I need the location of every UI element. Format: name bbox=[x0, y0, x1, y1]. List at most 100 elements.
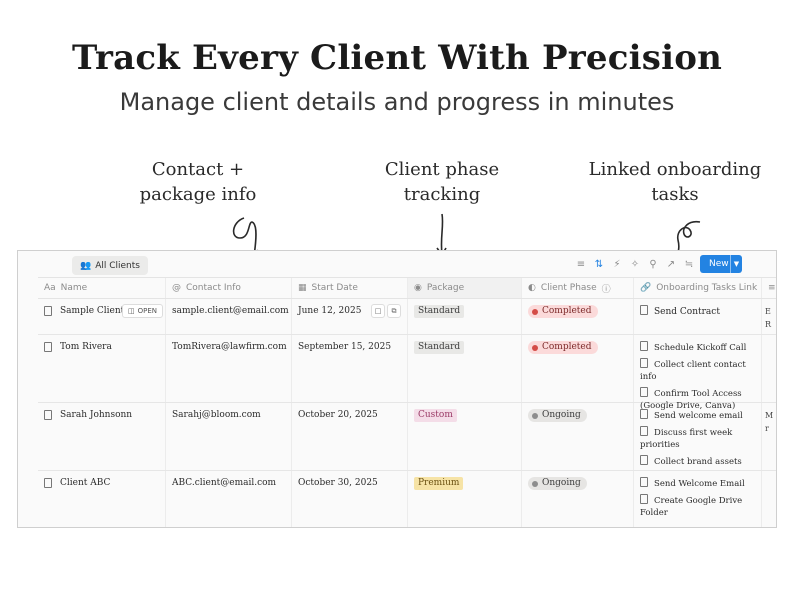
column-header-extra[interactable]: ≡ bbox=[762, 278, 776, 298]
phase-cell[interactable]: Completed bbox=[522, 335, 634, 402]
extra-cell[interactable]: E R bbox=[762, 299, 776, 334]
status-icon: ◐ bbox=[528, 283, 536, 293]
chevron-down-icon[interactable]: ▼ bbox=[730, 255, 742, 273]
page-icon bbox=[44, 410, 52, 420]
sort-icon[interactable]: ⇅ bbox=[593, 256, 605, 272]
page-icon bbox=[640, 455, 648, 465]
subheadline: Manage client details and progress in mi… bbox=[119, 88, 675, 116]
view-tab-label: All Clients bbox=[95, 260, 140, 271]
column-header-phase[interactable]: ◐ Client Phase ⓘ bbox=[522, 278, 634, 298]
start-date-cell[interactable]: June 12, 2025 □ ⧉ bbox=[292, 299, 408, 334]
task-link[interactable]: Discuss first week priorities bbox=[640, 426, 755, 451]
page-icon bbox=[44, 478, 52, 488]
sparkle-icon[interactable]: ✧ bbox=[629, 256, 641, 272]
package-cell[interactable]: Premium bbox=[408, 471, 522, 527]
tasks-cell[interactable]: Schedule Kickoff Call Collect client con… bbox=[634, 335, 762, 411]
table-row[interactable]: Client ABC ABC.client@email.com October … bbox=[38, 471, 776, 527]
package-cell[interactable]: Standard bbox=[408, 335, 522, 402]
database-window: 👥 All Clients ≡ ⇅ ⚡ ✧ ⚲ ↗ ≒ New ▼ Aa Nam… bbox=[17, 250, 777, 528]
phase-cell[interactable]: Ongoing bbox=[522, 471, 634, 527]
task-link[interactable]: Send Contract bbox=[640, 305, 755, 319]
page-icon bbox=[640, 477, 648, 487]
list-icon: ≡ bbox=[768, 283, 776, 293]
start-date-cell[interactable]: October 30, 2025 bbox=[292, 471, 408, 527]
status-dot bbox=[532, 480, 538, 487]
package-tag: Custom bbox=[414, 409, 457, 422]
column-header-contact[interactable]: @ Contact Info bbox=[166, 278, 292, 298]
status-badge: Completed bbox=[528, 341, 598, 354]
package-tag: Premium bbox=[414, 477, 464, 490]
phase-cell[interactable]: Completed bbox=[522, 299, 634, 334]
contact-cell[interactable]: ABC.client@email.com bbox=[166, 471, 292, 527]
start-date-cell[interactable]: September 15, 2025 bbox=[292, 335, 408, 402]
settings-icon[interactable]: ≒ bbox=[683, 256, 695, 272]
contact-cell[interactable]: sample.client@email.com bbox=[166, 299, 292, 334]
tasks-cell[interactable]: Send welcome email Discuss first week pr… bbox=[634, 403, 762, 470]
extra-cell[interactable] bbox=[762, 335, 776, 402]
extra-cell[interactable]: M r bbox=[762, 403, 776, 470]
extra-cell[interactable] bbox=[762, 471, 776, 527]
phase-cell[interactable]: Ongoing bbox=[522, 403, 634, 470]
tasks-cell[interactable]: Send Contract bbox=[634, 299, 762, 334]
task-link[interactable]: Send Welcome Email bbox=[640, 477, 755, 490]
package-cell[interactable]: Standard bbox=[408, 299, 522, 334]
page-icon bbox=[640, 387, 648, 397]
open-row-button[interactable]: ◫ OPEN bbox=[122, 304, 164, 318]
task-link[interactable]: Create Google Drive Folder bbox=[640, 494, 755, 519]
table-row[interactable]: Tom Rivera TomRivera@lawfirm.com Septemb… bbox=[38, 335, 776, 411]
people-icon: 👥 bbox=[80, 260, 92, 271]
package-tag: Standard bbox=[414, 341, 465, 354]
page-icon bbox=[640, 341, 648, 351]
annotation-contact: Contact + package info bbox=[139, 159, 257, 205]
tasks-cell[interactable]: Send Welcome Email Create Google Drive F… bbox=[634, 471, 762, 527]
name-cell[interactable]: Client ABC bbox=[38, 471, 166, 527]
table-header: Aa Name @ Contact Info ▦ Start Date ◉ Pa… bbox=[38, 277, 776, 299]
link-icon: 🔗 bbox=[640, 283, 652, 293]
column-header-name[interactable]: Aa Name bbox=[38, 278, 166, 298]
new-button-label: New bbox=[709, 259, 729, 269]
sidepeek-icon: ◫ bbox=[128, 306, 135, 315]
task-link[interactable]: Collect client contact info bbox=[640, 358, 755, 383]
status-dot bbox=[532, 308, 538, 315]
filter-icon[interactable]: ≡ bbox=[575, 256, 587, 272]
page-icon bbox=[640, 426, 648, 436]
package-cell[interactable]: Custom bbox=[408, 403, 522, 470]
table-row[interactable]: Sample Client ◫ OPEN sample.client@email… bbox=[38, 299, 776, 335]
comment-icon[interactable]: □ bbox=[371, 304, 385, 318]
calendar-icon: ▦ bbox=[298, 283, 307, 293]
task-link[interactable]: Send welcome email bbox=[640, 409, 755, 422]
toolbar-icons: ≡ ⇅ ⚡ ✧ ⚲ ↗ ≒ bbox=[575, 256, 695, 272]
task-link[interactable]: Schedule Kickoff Call bbox=[640, 341, 755, 354]
column-header-tasks[interactable]: 🔗 Onboarding Tasks Link bbox=[634, 278, 762, 298]
page-icon bbox=[640, 494, 648, 504]
start-date-cell[interactable]: October 20, 2025 bbox=[292, 403, 408, 470]
page-icon bbox=[640, 358, 648, 368]
new-button[interactable]: New ▼ bbox=[700, 255, 742, 273]
task-link[interactable]: Collect brand assets bbox=[640, 455, 755, 468]
annotation-tasks: Linked onboarding tasks bbox=[588, 159, 762, 205]
page-icon bbox=[640, 409, 648, 419]
database-toolbar: 👥 All Clients ≡ ⇅ ⚡ ✧ ⚲ ↗ ≒ New ▼ bbox=[18, 251, 776, 277]
lightning-icon[interactable]: ⚡ bbox=[611, 256, 623, 272]
contact-cell[interactable]: Sarahj@bloom.com bbox=[166, 403, 292, 470]
name-cell[interactable]: Tom Rivera bbox=[38, 335, 166, 402]
status-badge: Ongoing bbox=[528, 409, 587, 422]
expand-icon[interactable]: ↗ bbox=[665, 256, 677, 272]
page-icon bbox=[44, 306, 52, 316]
at-icon: @ bbox=[172, 283, 181, 293]
copy-icon[interactable]: ⧉ bbox=[387, 304, 401, 318]
table-row[interactable]: Sarah Johnsonn Sarahj@bloom.com October … bbox=[38, 403, 776, 471]
page-icon bbox=[640, 305, 648, 315]
page-icon bbox=[44, 342, 52, 352]
status-dot bbox=[532, 412, 538, 419]
column-header-start-date[interactable]: ▦ Start Date bbox=[292, 278, 408, 298]
column-header-package[interactable]: ◉ Package bbox=[408, 278, 522, 298]
name-cell[interactable]: Sample Client ◫ OPEN bbox=[38, 299, 166, 334]
status-badge: Ongoing bbox=[528, 477, 587, 490]
row-gutter bbox=[18, 277, 38, 527]
view-tab-all-clients[interactable]: 👥 All Clients bbox=[72, 256, 148, 275]
name-cell[interactable]: Sarah Johnsonn bbox=[38, 403, 166, 470]
contact-cell[interactable]: TomRivera@lawfirm.com bbox=[166, 335, 292, 402]
search-icon[interactable]: ⚲ bbox=[647, 256, 659, 272]
status-dot bbox=[532, 344, 538, 351]
